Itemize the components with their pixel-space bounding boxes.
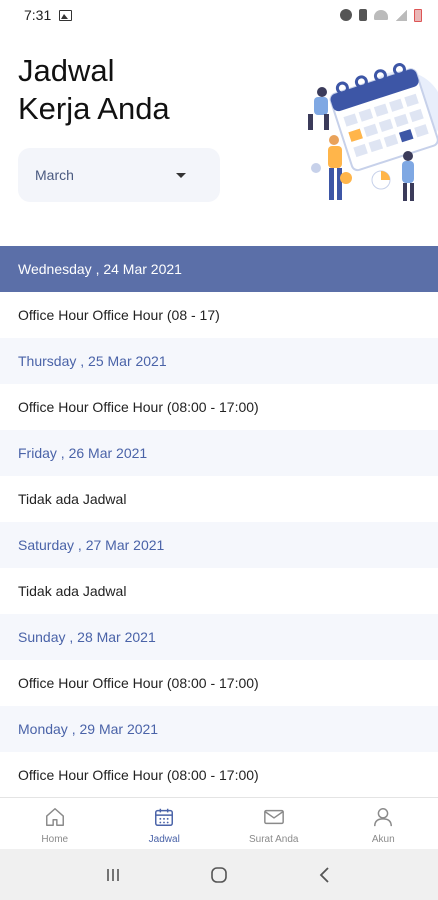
status-bar: 7:31 bbox=[0, 0, 438, 30]
nav-tab-jadwal[interactable]: Jadwal bbox=[110, 798, 220, 849]
nav-tab-home[interactable]: Home bbox=[0, 798, 110, 849]
day-header-label: Saturday , 27 Mar 2021 bbox=[18, 537, 165, 553]
day-header[interactable]: Sunday , 28 Mar 2021 bbox=[0, 614, 438, 660]
bottom-navigation: Home Jadwal Surat Anda Akun bbox=[0, 797, 438, 849]
battery-icon bbox=[414, 8, 422, 22]
recent-apps-button[interactable] bbox=[93, 855, 133, 895]
gallery-notification-icon bbox=[59, 9, 73, 21]
schedule-item-label: Office Hour Office Hour (08:00 - 17:00) bbox=[18, 767, 259, 783]
schedule-item-label: Tidak ada Jadwal bbox=[18, 491, 127, 507]
status-time: 7:31 bbox=[24, 7, 52, 23]
day-header-label: Monday , 29 Mar 2021 bbox=[18, 721, 159, 737]
system-navigation-bar bbox=[0, 849, 438, 900]
calendar-icon bbox=[155, 808, 174, 826]
home-circle-icon bbox=[211, 866, 227, 883]
alarm-icon bbox=[340, 9, 352, 21]
month-dropdown[interactable]: March bbox=[18, 148, 220, 202]
day-header-label: Wednesday , 24 Mar 2021 bbox=[18, 261, 182, 277]
day-header-label: Friday , 26 Mar 2021 bbox=[18, 445, 148, 461]
signal-icon bbox=[395, 9, 407, 21]
month-dropdown-value: March bbox=[35, 167, 74, 183]
day-header-label: Thursday , 25 Mar 2021 bbox=[18, 353, 167, 369]
nav-tab-akun[interactable]: Akun bbox=[329, 798, 438, 849]
page-title: Jadwal Kerja Anda bbox=[18, 53, 170, 126]
schedule-item[interactable]: Tidak ada Jadwal bbox=[0, 476, 438, 522]
calendar-illustration bbox=[308, 63, 438, 201]
wifi-icon bbox=[374, 10, 388, 20]
home-button[interactable] bbox=[199, 855, 239, 895]
nav-label-jadwal: Jadwal bbox=[148, 834, 180, 845]
nav-tab-surat[interactable]: Surat Anda bbox=[219, 798, 329, 849]
schedule-item-label: Office Hour Office Hour (08:00 - 17:00) bbox=[18, 675, 259, 691]
vibrate-icon bbox=[359, 9, 367, 21]
schedule-list: Wednesday , 24 Mar 2021 Office Hour Offi… bbox=[0, 246, 438, 798]
home-icon bbox=[45, 808, 64, 826]
schedule-item-label: Office Hour Office Hour (08:00 - 17:00) bbox=[18, 399, 259, 415]
back-icon bbox=[319, 866, 329, 883]
schedule-item[interactable]: Tidak ada Jadwal bbox=[0, 568, 438, 614]
schedule-item[interactable]: Office Hour Office Hour (08 - 17) bbox=[0, 292, 438, 338]
back-button[interactable] bbox=[305, 855, 345, 895]
nav-label-home: Home bbox=[41, 834, 69, 845]
day-header[interactable]: Wednesday , 24 Mar 2021 bbox=[0, 246, 438, 292]
nav-label-surat: Surat Anda bbox=[249, 834, 299, 845]
nav-label-akun: Akun bbox=[371, 834, 395, 845]
schedule-item-label: Office Hour Office Hour (08 - 17) bbox=[18, 307, 220, 323]
day-header[interactable]: Friday , 26 Mar 2021 bbox=[0, 430, 438, 476]
day-header-label: Sunday , 28 Mar 2021 bbox=[18, 629, 156, 645]
day-header[interactable]: Saturday , 27 Mar 2021 bbox=[0, 522, 438, 568]
day-header[interactable]: Thursday , 25 Mar 2021 bbox=[0, 338, 438, 384]
schedule-item[interactable]: Office Hour Office Hour (08:00 - 17:00) bbox=[0, 752, 438, 798]
schedule-item-label: Tidak ada Jadwal bbox=[18, 583, 127, 599]
schedule-item[interactable]: Office Hour Office Hour (08:00 - 17:00) bbox=[0, 384, 438, 430]
day-header[interactable]: Monday , 29 Mar 2021 bbox=[0, 706, 438, 752]
recent-apps-icon bbox=[107, 868, 119, 881]
schedule-item[interactable]: Office Hour Office Hour (08:00 - 17:00) bbox=[0, 660, 438, 706]
user-icon bbox=[374, 808, 393, 827]
mail-icon bbox=[263, 809, 284, 825]
chevron-down-icon bbox=[176, 172, 186, 178]
